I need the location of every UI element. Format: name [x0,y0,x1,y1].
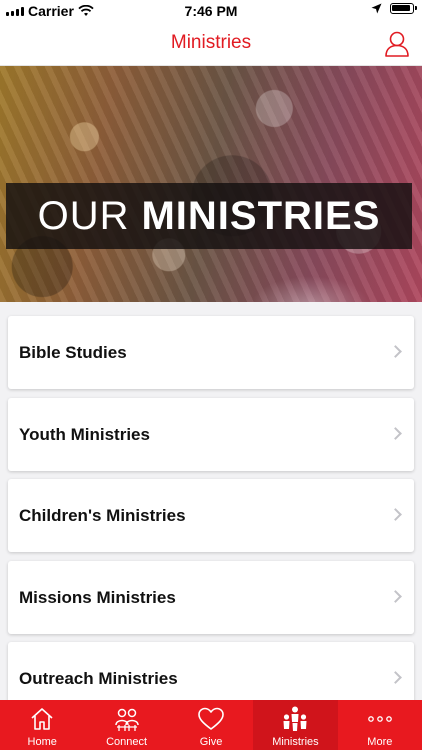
list-item-bible-studies[interactable]: Bible Studies [8,316,414,389]
tab-ministries[interactable]: Ministries [253,700,338,750]
tab-home[interactable]: Home [0,700,84,750]
tab-label: More [367,736,393,748]
hero-title-our: OUR [37,193,130,238]
chevron-right-icon [389,589,402,603]
list-item-label: Missions Ministries [19,587,176,607]
status-bar: Carrier 7:46 PM [0,0,422,22]
status-time: 7:46 PM [184,3,238,19]
tab-give[interactable]: Give [169,700,253,750]
tab-label: Give [199,736,223,748]
list-item-childrens-ministries[interactable]: Children's Ministries [8,479,414,552]
hero-title-ministries: MINISTRIES [141,193,381,238]
list-item-youth-ministries[interactable]: Youth Ministries [8,397,414,471]
chevron-right-icon [389,671,402,684]
battery-icon [390,3,417,14]
list-item-label: Outreach Ministries [19,669,178,688]
location-arrow-icon [371,3,382,14]
chevron-right-icon [389,345,402,358]
home-icon [31,708,53,730]
navigation-bar: Ministries [0,22,422,66]
list-item-label: Youth Ministries [19,424,150,444]
tab-label: Ministries [272,736,319,748]
tab-more[interactable]: More [338,700,422,750]
more-icon [367,716,392,722]
chevron-right-icon [389,508,402,521]
people-icon [114,708,139,731]
tab-label: Home [27,736,57,748]
tab-label: Connect [106,736,148,748]
profile-button[interactable] [384,30,410,58]
list-item-label: Children's Ministries [19,506,186,525]
list-item-label: Bible Studies [19,343,127,362]
hero-title-band: OUR MINISTRIES [6,183,412,249]
tab-bar: Home Connect Give Ministries More [0,700,422,750]
chevron-right-icon [389,426,402,440]
user-icon [385,31,409,57]
list-item-missions-ministries[interactable]: Missions Ministries [8,560,414,634]
status-right [371,3,417,14]
family-icon [283,706,307,731]
page-title: Ministries [170,32,252,53]
ministries-list: Bible Studies Youth Ministries Children'… [8,316,414,724]
hero-banner: OUR MINISTRIES [0,66,422,302]
tab-connect[interactable]: Connect [84,700,168,750]
heart-icon [198,707,224,730]
hero-glow [250,276,370,302]
